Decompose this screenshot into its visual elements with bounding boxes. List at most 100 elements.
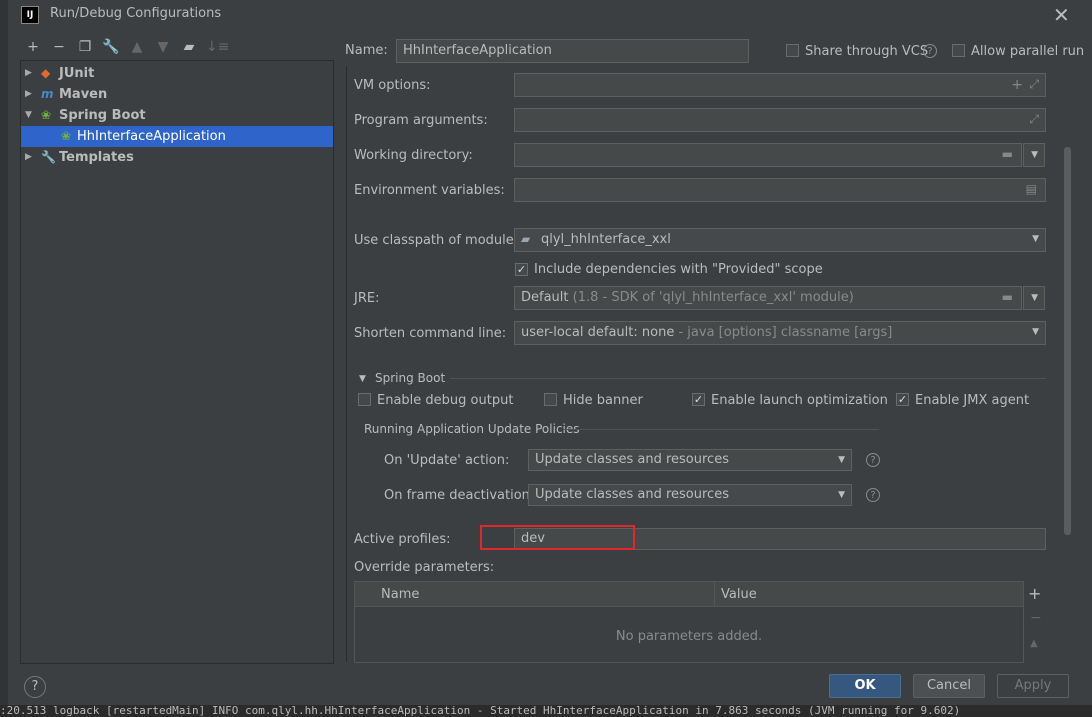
spring-boot-icon: ❀ (41, 108, 52, 122)
move-down-icon[interactable]: ▼ (154, 38, 172, 56)
chevron-down-icon: ▼ (838, 490, 845, 500)
tree-item-label: Maven (59, 87, 108, 102)
jre-dropdown[interactable]: ▼ (1023, 286, 1045, 310)
name-input[interactable]: HhInterfaceApplication (396, 39, 749, 63)
tree-item-label: Spring Boot (59, 108, 146, 123)
working-dir-label: Working directory: (354, 148, 473, 163)
remove-icon[interactable]: − (50, 38, 68, 56)
close-icon[interactable]: ✕ (1053, 3, 1070, 27)
table-header: Name Value (355, 582, 1023, 607)
classpath-value: qlyl_hhInterface_xxl (541, 232, 671, 247)
cancel-button[interactable]: Cancel (913, 674, 985, 698)
classpath-label: Use classpath of module: (354, 233, 519, 248)
tree-item-label: Templates (59, 150, 134, 165)
vm-options-input[interactable]: + ⤢ (514, 73, 1046, 97)
on-update-combo[interactable]: Update classes and resources ▼ (528, 449, 852, 471)
add-icon[interactable]: + (1011, 77, 1023, 93)
env-vars-label: Environment variables: (354, 183, 505, 198)
document-icon[interactable]: ▤ (1026, 182, 1037, 196)
add-icon[interactable]: + (1028, 584, 1041, 603)
tree-item-hhinterfaceapplication[interactable]: ❀ HhInterfaceApplication (21, 126, 333, 147)
expand-arrow-icon[interactable]: ▶ (25, 84, 32, 105)
copy-icon[interactable]: ❐ (76, 38, 94, 56)
window-title: Run/Debug Configurations (50, 6, 222, 21)
shorten-detail: - java [options] classname [args] (678, 325, 893, 340)
allow-parallel-checkbox[interactable] (952, 44, 965, 57)
sort-icon[interactable]: ↓≡ (206, 38, 229, 56)
expand-arrow-icon[interactable]: ▶ (25, 63, 32, 84)
shorten-value: user-local default: none (521, 325, 675, 340)
scrollbar-thumb[interactable] (1064, 147, 1071, 535)
env-vars-input[interactable]: ▤ (514, 178, 1046, 202)
enable-jmx-label: Enable JMX agent (915, 393, 1030, 408)
expand-icon[interactable]: ⤢ (1029, 112, 1039, 127)
column-divider (714, 582, 715, 606)
help-icon[interactable]: ? (866, 488, 880, 502)
working-dir-dropdown[interactable]: ▼ (1023, 143, 1045, 167)
enable-debug-checkbox[interactable] (358, 393, 371, 406)
section-divider (450, 378, 1046, 379)
help-icon[interactable]: ? (866, 453, 880, 467)
tree-item-junit[interactable]: ▶ ◆ JUnit (21, 63, 333, 84)
enable-debug-label: Enable debug output (377, 393, 514, 408)
folder-icon[interactable]: ▬ (1002, 147, 1013, 161)
shorten-combo[interactable]: user-local default: none - java [options… (514, 321, 1046, 345)
expand-icon[interactable]: ⤢ (1029, 77, 1039, 92)
move-up-icon[interactable]: ▲ (128, 38, 146, 56)
name-input-value: HhInterfaceApplication (403, 43, 552, 58)
help-icon[interactable]: ? (923, 44, 937, 58)
include-deps-checkbox[interactable]: ✓ (515, 263, 528, 276)
background-ide-strip (0, 0, 8, 705)
override-label: Override parameters: (354, 560, 495, 575)
move-up-icon[interactable]: ▲ (1030, 638, 1038, 649)
apply-button[interactable]: Apply (997, 674, 1069, 698)
ok-button[interactable]: OK (829, 674, 901, 698)
shorten-label: Shorten command line: (354, 326, 507, 341)
wrench-icon[interactable]: 🔧 (102, 38, 120, 56)
working-dir-input[interactable]: ▬ (514, 143, 1022, 167)
tree-item-templates[interactable]: ▶ 🔧 Templates (21, 147, 333, 168)
wrench-icon: 🔧 (41, 150, 56, 164)
module-icon: ▰ (521, 232, 531, 246)
expand-arrow-icon[interactable]: ▶ (25, 147, 32, 168)
on-frame-label: On frame deactivation: (384, 488, 535, 503)
title-bar: IJ Run/Debug Configurations ✕ (8, 0, 1092, 30)
chevron-down-icon: ▼ (1032, 327, 1039, 337)
collapse-arrow-icon[interactable]: ▼ (25, 105, 32, 126)
tree-item-maven[interactable]: ▶ m Maven (21, 84, 333, 105)
column-header-name[interactable]: Name (381, 587, 419, 602)
background-log-line: :20.513 logback [restartedMain] INFO com… (0, 705, 1092, 717)
hide-banner-checkbox[interactable] (544, 393, 557, 406)
remove-icon[interactable]: − (1030, 610, 1042, 626)
jre-value: Default (521, 290, 569, 305)
tree-item-spring-boot[interactable]: ▼ ❀ Spring Boot (21, 105, 333, 126)
enable-launch-checkbox[interactable]: ✓ (692, 393, 705, 406)
vm-options-label: VM options: (354, 78, 431, 93)
enable-launch-label: Enable launch optimization (711, 393, 888, 408)
share-vcs-checkbox[interactable] (786, 44, 799, 57)
folder-icon[interactable]: ▬ (1002, 290, 1013, 304)
add-icon[interactable]: + (24, 38, 42, 56)
column-header-value[interactable]: Value (721, 587, 757, 602)
enable-jmx-checkbox[interactable]: ✓ (896, 393, 909, 406)
tree-item-label: JUnit (59, 66, 95, 81)
program-args-input[interactable]: ⤢ (514, 108, 1046, 132)
classpath-combo[interactable]: ▰ qlyl_hhInterface_xxl ▼ (514, 228, 1046, 252)
chevron-down-icon: ▼ (838, 455, 845, 465)
include-deps-label: Include dependencies with "Provided" sco… (534, 262, 823, 277)
on-update-value: Update classes and resources (535, 452, 729, 467)
junit-icon: ◆ (41, 66, 51, 80)
chevron-down-icon: ▼ (1031, 293, 1038, 303)
jre-label: JRE: (354, 291, 380, 306)
help-button[interactable]: ? (24, 676, 46, 698)
folder-icon[interactable]: ▰ (180, 38, 198, 56)
jre-detail: (1.8 - SDK of 'qlyl_hhInterface_xxl' mod… (572, 290, 854, 305)
collapse-arrow-icon[interactable]: ▼ (359, 374, 366, 384)
jre-combo[interactable]: Default (1.8 - SDK of 'qlyl_hhInterface_… (514, 286, 1022, 310)
annotation-highlight-box (480, 525, 635, 550)
chevron-down-icon: ▼ (1031, 150, 1038, 160)
name-label: Name: (345, 43, 388, 58)
chevron-down-icon: ▼ (1032, 234, 1039, 244)
active-profiles-label: Active profiles: (354, 532, 451, 547)
on-frame-combo[interactable]: Update classes and resources ▼ (528, 484, 852, 506)
